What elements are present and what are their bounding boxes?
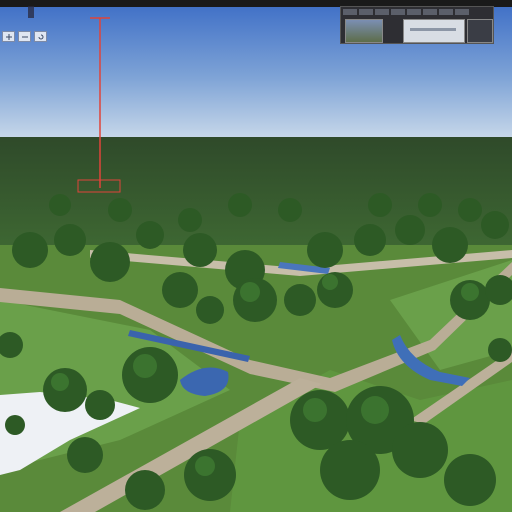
zoom-in-button[interactable] — [2, 31, 15, 42]
info-card[interactable] — [403, 19, 465, 43]
viewer-panel[interactable] — [340, 6, 494, 44]
thumbnail-preview[interactable] — [345, 19, 383, 43]
panel-tab[interactable] — [439, 9, 453, 15]
zoom-out-icon — [21, 36, 28, 37]
rotate-icon — [38, 34, 43, 39]
terrain-3d-viewport[interactable] — [0, 0, 512, 512]
panel-tab[interactable] — [407, 9, 421, 15]
zoom-in-icon — [5, 33, 12, 40]
panel-tab[interactable] — [343, 9, 357, 15]
thumbnail-dark[interactable] — [467, 19, 493, 43]
panel-tab[interactable] — [455, 9, 469, 15]
panel-tab[interactable] — [359, 9, 373, 15]
panel-tab[interactable] — [375, 9, 389, 15]
view-controls — [2, 31, 47, 42]
panel-tab[interactable] — [391, 9, 405, 15]
zoom-out-button[interactable] — [18, 31, 31, 42]
panel-tabs — [343, 9, 469, 15]
rotate-button[interactable] — [34, 31, 47, 42]
menu-label[interactable] — [28, 6, 34, 18]
panel-tab[interactable] — [423, 9, 437, 15]
